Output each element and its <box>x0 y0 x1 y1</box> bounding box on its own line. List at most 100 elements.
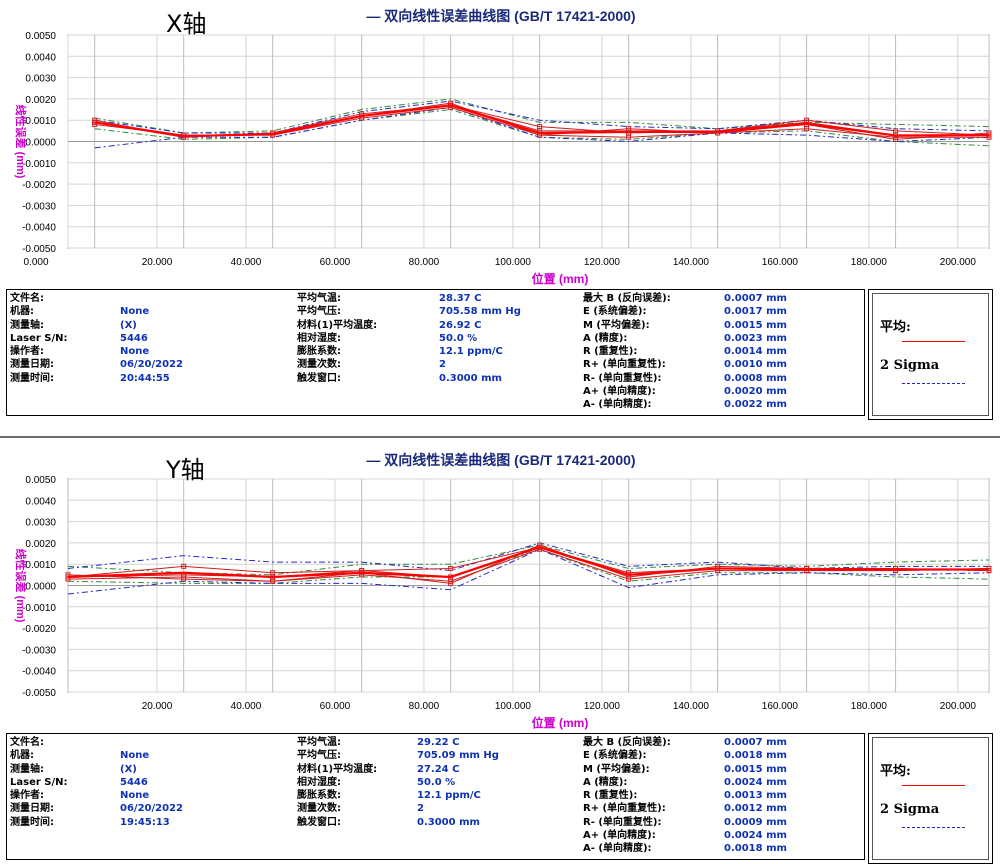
y-tick-label: 0.0040 <box>25 52 56 63</box>
y-axis-report-panel: — 双向线性误差曲线图 (GB/T 17421-2000) 0.0050 0.004… <box>0 444 1000 864</box>
info-cell: 平均气温: <box>297 737 341 748</box>
info-col3-values: 0.0007 mm 0.0017 mm 0.0015 mm 0.0023 mm 0.00… <box>724 292 787 412</box>
y-tick-label: 0.0030 <box>25 74 56 85</box>
info-col1-values: None (X) 5446 None 06/20/2022 20:44:55 <box>120 292 183 385</box>
x-tick-label: 120.000 <box>584 257 621 268</box>
info-cell: 测量轴: <box>10 319 44 331</box>
info-cell: 膨胀系数: <box>297 790 341 802</box>
legend-average-swatch <box>902 341 965 342</box>
info-cell: 测量次数: <box>297 803 341 815</box>
info-cell: 0.0020 mm <box>724 386 787 398</box>
info-col2-labels: 平均气温: 平均气压: 材料(1)平均温度: 相对湿度: 膨胀系数: 测量次数: 触发窗口: <box>297 736 377 829</box>
x-tick-label: 20.000 <box>142 257 173 268</box>
info-cell: 最大 B (反向误差): <box>583 737 671 748</box>
x-tick-label: 100.000 <box>495 701 532 712</box>
info-cell: 0.3000 mm <box>417 816 480 828</box>
info-cell: 28.37 C <box>439 293 482 304</box>
info-col1-labels: 文件名: 机器: 测量轴: Laser S/N: 操作者: 测量日期: 测量时间: <box>10 736 68 829</box>
info-col1-values: None (X) 5446 None 06/20/2022 19:45:13 <box>120 736 183 829</box>
info-cell: 平均气压: <box>297 750 341 762</box>
info-cell: 最大 B (反向误差): <box>583 293 671 304</box>
info-col2-values: 28.37 C 705.58 mm Hg 26.92 C 50.0 % 12.1 ppm… <box>439 292 521 385</box>
info-cell: 机器: <box>10 750 34 762</box>
info-cell: 26.92 C <box>439 319 482 331</box>
x-tick-label: 200.000 <box>940 701 977 712</box>
x-axis-report-panel: — 双向线性误差曲线图 (GB/T 17421-2000) 0.0050 0.004… <box>0 0 1000 430</box>
info-col3-values: 0.0007 mm 0.0018 mm 0.0015 mm 0.0024 mm 0.00… <box>724 736 787 856</box>
info-cell: None <box>120 790 150 802</box>
info-cell: 材料(1)平均温度: <box>297 763 378 775</box>
info-col2-values: 29.22 C 705.09 mm Hg 27.24 C 50.0 % 12.1 ppm… <box>417 736 499 829</box>
info-cell: (X) <box>120 319 137 331</box>
y-tick-label: -0.0030 <box>22 645 56 656</box>
info-cell: 测量时间: <box>10 816 54 828</box>
legend-box: 平均: 2 Sigma <box>868 289 993 420</box>
legend-sigma-swatch <box>902 383 965 384</box>
y-tick-label: -0.0010 <box>22 159 56 170</box>
info-cell: R+ (单向重复性): <box>583 359 666 371</box>
y-tick-label: -0.0020 <box>22 624 56 635</box>
y-tick-label: -0.0030 <box>22 201 56 212</box>
info-cell: 0.0024 mm <box>724 776 787 788</box>
info-cell: 0.0018 mm <box>724 843 787 855</box>
x-tick-label: 180.000 <box>851 701 888 712</box>
info-cell: R- (单向重复性): <box>583 816 662 828</box>
x-tick-label: 160.000 <box>762 701 799 712</box>
info-cell: M (平均偏差): <box>583 319 650 331</box>
info-cell <box>120 736 183 749</box>
panel-separator <box>0 436 1000 438</box>
info-cell: 相对湿度: <box>297 776 341 788</box>
x-tick-label: 20.000 <box>142 701 173 712</box>
x-tick-label: 60.000 <box>320 701 351 712</box>
y-tick-label: 0.0010 <box>25 560 56 571</box>
info-cell <box>120 292 183 305</box>
info-cell: 膨胀系数: <box>297 346 341 358</box>
x-tick-label: 140.000 <box>673 701 710 712</box>
info-cell: 触发窗口: <box>297 372 341 384</box>
info-cell: Laser S/N: <box>10 776 68 788</box>
info-cell: (X) <box>120 763 137 775</box>
info-cell: 操作者: <box>10 346 44 358</box>
info-cell: 5446 <box>120 332 148 344</box>
y-axis-label: 线性误差 (mm) <box>14 549 28 623</box>
measurement-info-box: 文件名: 机器: 测量轴: Laser S/N: 操作者: 测量日期: 测量时间: None… <box>6 733 865 860</box>
x-tick-label: 160.000 <box>762 257 799 268</box>
x-tick-label: 40.000 <box>231 257 262 268</box>
info-cell: 0.0015 mm <box>724 319 787 331</box>
info-cell: 0.0012 mm <box>724 803 787 815</box>
info-cell: A (精度): <box>583 776 628 788</box>
chart-title: — 双向线性误差曲线图 (GB/T 17421-2000) <box>366 452 635 468</box>
chart-title: — 双向线性误差曲线图 (GB/T 17421-2000) <box>366 8 635 24</box>
legend-sigma-label: 2 Sigma <box>880 358 940 373</box>
info-cell: 0.0007 mm <box>724 293 787 304</box>
info-cell: 平均气压: <box>297 306 341 318</box>
legend-average-label: 平均: <box>880 320 911 335</box>
x-tick-label: 200.000 <box>940 257 977 268</box>
info-cell: 0.3000 mm <box>439 372 502 384</box>
info-cell: 5446 <box>120 776 148 788</box>
y-tick-label: 0.0000 <box>25 138 56 149</box>
info-cell: 0.0024 mm <box>724 830 787 842</box>
y-tick-label: 0.0050 <box>25 31 56 42</box>
info-cell: 29.22 C <box>417 737 460 748</box>
info-cell: R- (单向重复性): <box>583 372 662 384</box>
legend-sigma-label: 2 Sigma <box>880 802 940 817</box>
y-tick-label: 0.0050 <box>25 475 56 486</box>
info-cell: 材料(1)平均温度: <box>297 319 378 331</box>
x-tick-label: 120.000 <box>584 701 621 712</box>
axis-name-label: Y轴 <box>166 456 205 484</box>
info-cell: A (精度): <box>583 332 628 344</box>
x-tick-label: 0.000 <box>23 257 48 268</box>
y-axis-linear-error-chart: — 双向线性误差曲线图 (GB/T 17421-2000) 0.0050 0.004… <box>14 452 992 730</box>
info-cell: 0.0008 mm <box>724 372 787 384</box>
info-cell: 27.24 C <box>417 763 460 775</box>
info-cell: 12.1 ppm/C <box>417 790 481 802</box>
info-cell: 测量日期: <box>10 359 54 371</box>
info-cell: 06/20/2022 <box>120 803 183 815</box>
info-cell: Laser S/N: <box>10 332 68 344</box>
legend-sigma-swatch <box>902 827 965 828</box>
y-tick-label: 0.0040 <box>25 496 56 507</box>
info-cell: 文件名: <box>10 737 44 748</box>
info-col3-labels: 最大 B (反向误差): E (系统偏差): M (平均偏差): A (精度): R (… <box>583 292 671 412</box>
info-cell: M (平均偏差): <box>583 763 650 775</box>
